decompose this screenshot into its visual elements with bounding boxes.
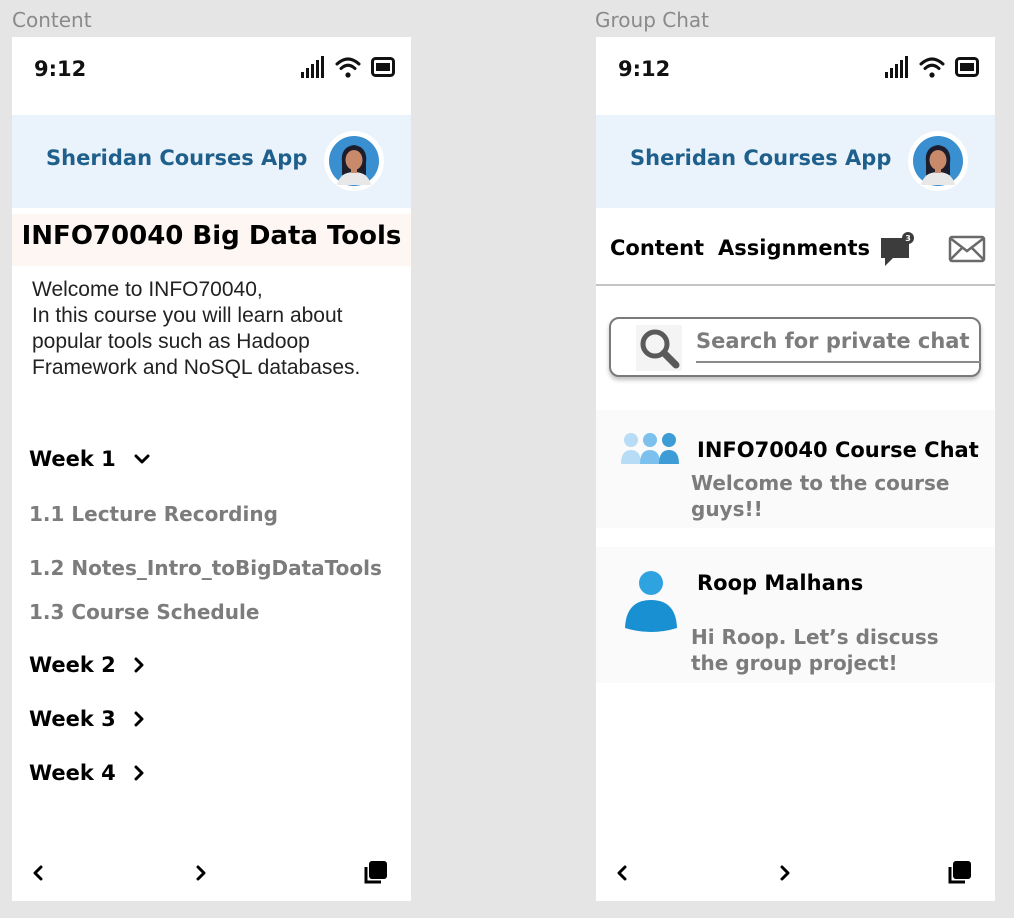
lesson-link-notes[interactable]: 1.2 Notes_Intro_toBigDataTools (29, 556, 382, 580)
course-title-bar: INFO70040 Big Data Tools (12, 214, 411, 266)
course-title: INFO70040 Big Data Tools (21, 221, 402, 251)
week-label: Week 2 (29, 653, 116, 677)
week-4-toggle[interactable]: Week 4 (29, 761, 144, 785)
status-time: 9:12 (34, 57, 87, 81)
chevron-right-icon[interactable] (779, 865, 791, 881)
status-icons (885, 56, 979, 78)
search-icon (636, 325, 682, 371)
week-label: Week 4 (29, 761, 116, 785)
tab-assignments[interactable]: Assignments (718, 236, 870, 260)
week-1-toggle[interactable]: Week 1 (29, 447, 150, 471)
tab-content[interactable]: Content (610, 236, 704, 260)
user-avatar-icon[interactable] (324, 131, 384, 191)
app-title: Sheridan Courses App (46, 146, 308, 170)
battery-icon (955, 57, 979, 77)
chat-preview: Welcome to the course guys!! (691, 471, 950, 521)
app-header: Sheridan Courses App (596, 115, 995, 208)
wifi-icon (335, 57, 361, 78)
search-underline (696, 361, 981, 363)
bottom-nav (596, 841, 995, 901)
signal-icon (885, 56, 908, 78)
chat-list-item[interactable]: Roop Malhans Hi Roop. Let’s discuss the … (596, 547, 995, 683)
status-icons (301, 56, 395, 78)
search-chat-input[interactable]: Search for private chat (609, 317, 981, 377)
week-3-toggle[interactable]: Week 3 (29, 707, 144, 731)
content-screen: 9:12 Sheridan Courses App INFO70040 Big … (12, 37, 411, 901)
frame-label-group-chat: Group Chat (595, 8, 709, 32)
chat-bubble-icon[interactable]: 3 (879, 232, 917, 268)
chevron-right-icon (134, 765, 144, 781)
wifi-icon (919, 57, 945, 78)
group-chat-screen: 9:12 Sheridan Courses App Content Assign… (596, 37, 995, 901)
chat-badge-count: 3 (905, 234, 911, 243)
chat-list-item[interactable]: INFO70040 Course Chat Welcome to the cou… (596, 410, 995, 528)
mail-icon[interactable] (948, 235, 986, 263)
chevron-right-icon (134, 711, 144, 727)
chevron-left-icon[interactable] (616, 865, 628, 881)
group-icon (621, 433, 679, 464)
battery-icon (371, 57, 395, 77)
week-2-toggle[interactable]: Week 2 (29, 653, 144, 677)
tabs-icon[interactable] (947, 861, 971, 885)
course-welcome-text: Welcome to INFO70040, In this course you… (32, 278, 361, 379)
chevron-left-icon[interactable] (32, 865, 44, 881)
chevron-right-icon[interactable] (195, 865, 207, 881)
signal-icon (301, 56, 324, 78)
person-icon (625, 571, 677, 632)
tabs-bar: Content Assignments 3 (596, 208, 995, 286)
frame-label-content: Content (12, 8, 92, 32)
status-bar: 9:12 (12, 37, 411, 115)
chat-preview: Hi Roop. Let’s discuss the group project… (691, 625, 939, 675)
status-bar: 9:12 (596, 37, 995, 115)
app-title: Sheridan Courses App (630, 146, 892, 170)
bottom-nav (12, 841, 411, 901)
lesson-link-course-schedule[interactable]: 1.3 Course Schedule (29, 600, 259, 624)
chat-name: Roop Malhans (697, 571, 864, 595)
tabs-icon[interactable] (363, 861, 387, 885)
user-avatar-icon[interactable] (908, 131, 968, 191)
week-label: Week 3 (29, 707, 116, 731)
week-label: Week 1 (29, 447, 116, 471)
status-time: 9:12 (618, 57, 671, 81)
lesson-link-lecture-recording[interactable]: 1.1 Lecture Recording (29, 502, 278, 526)
chat-name: INFO70040 Course Chat (697, 438, 979, 462)
chevron-right-icon (134, 657, 144, 673)
app-header: Sheridan Courses App (12, 115, 411, 208)
chevron-down-icon (134, 454, 150, 464)
search-placeholder: Search for private chat (696, 329, 970, 353)
